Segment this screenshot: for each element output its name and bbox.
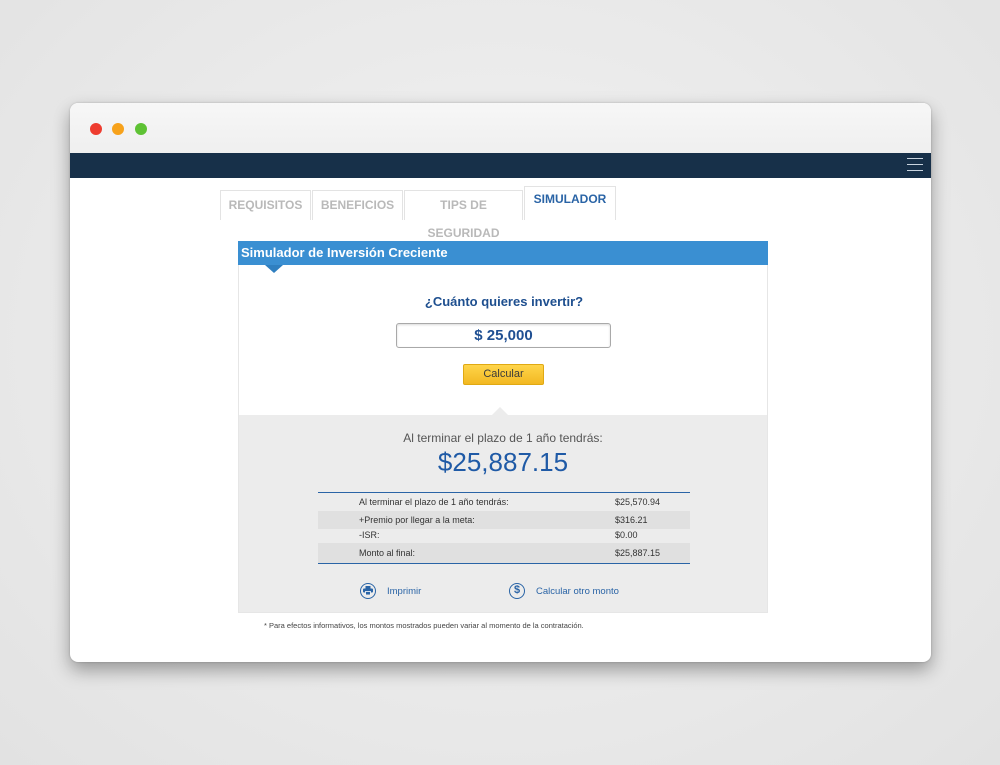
table-row: -ISR: $0.00 — [318, 529, 690, 543]
close-window-button[interactable] — [90, 123, 102, 135]
row-value: $25,887.15 — [615, 548, 661, 558]
row-label: Monto al final: — [359, 548, 416, 558]
printer-icon — [360, 583, 376, 599]
calculate-button[interactable]: Calcular — [463, 364, 544, 385]
results-pointer — [492, 407, 508, 415]
tab-tips-de-seguridad[interactable]: TIPS DE SEGURIDAD — [404, 190, 523, 240]
disclaimer-footnote: * Para efectos informativos, los montos … — [264, 621, 584, 630]
recalculate-label: Calcular otro monto — [536, 586, 619, 597]
print-label: Imprimir — [387, 586, 422, 597]
simulator-header: Simulador de Inversión Creciente — [238, 241, 768, 265]
minimize-window-button[interactable] — [112, 123, 124, 135]
tab-beneficios[interactable]: BENEFICIOS — [312, 190, 403, 220]
row-value: $316.21 — [615, 515, 648, 525]
tab-simulador[interactable]: SIMULADOR — [524, 186, 616, 220]
simulator-panel: Simulador de Inversión Creciente ¿Cuánto… — [238, 241, 768, 613]
site-navbar — [70, 153, 931, 178]
maximize-window-button[interactable] — [135, 123, 147, 135]
row-label: Al terminar el plazo de 1 año tendrás: — [359, 497, 509, 507]
window-titlebar — [70, 103, 931, 153]
table-row: Monto al final: $25,887.15 — [318, 543, 690, 563]
result-total: $25,887.15 — [437, 447, 569, 477]
result-caption: Al terminar el plazo de 1 año tendrás: — [403, 431, 603, 445]
row-value: $25,570.94 — [615, 497, 661, 507]
browser-window: REQUISITOS BENEFICIOS TIPS DE SEGURIDAD … — [70, 103, 931, 662]
row-value: $0.00 — [615, 530, 638, 540]
table-row: Al terminar el plazo de 1 año tendrás: $… — [318, 493, 690, 511]
investment-question: ¿Cuánto quieres invertir? — [424, 294, 584, 309]
dollar-icon: $ — [509, 583, 525, 599]
row-label: +Premio por llegar a la meta: — [359, 515, 475, 525]
table-row: +Premio por llegar a la meta: $316.21 — [318, 511, 690, 529]
hamburger-icon[interactable] — [907, 158, 923, 172]
tab-requisitos[interactable]: REQUISITOS — [220, 190, 311, 220]
results-section: Al terminar el plazo de 1 año tendrás: $… — [239, 407, 767, 612]
header-pointer — [265, 265, 283, 273]
row-label: -ISR: — [359, 530, 380, 540]
breakdown-table: Al terminar el plazo de 1 año tendrás: $… — [318, 492, 690, 564]
investment-amount-input[interactable] — [396, 323, 611, 348]
